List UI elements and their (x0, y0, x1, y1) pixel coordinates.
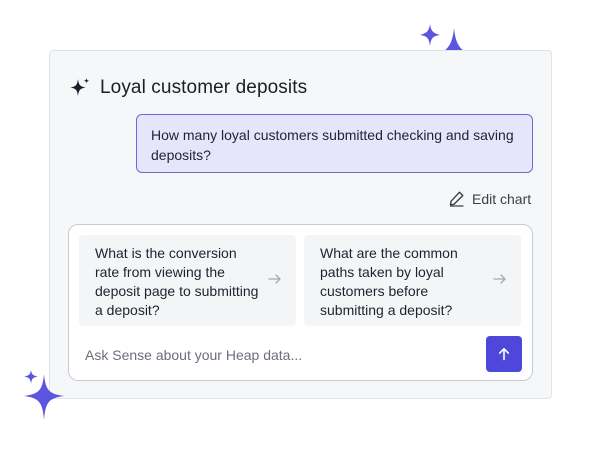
suggestion-card-conversion-rate[interactable]: What is the conversion rate from viewing… (79, 235, 296, 326)
suggestion-text: What are the common paths taken by loyal… (320, 245, 458, 318)
composer: What is the conversion rate from viewing… (68, 224, 533, 381)
arrow-right-icon (493, 274, 506, 284)
send-button[interactable] (486, 336, 522, 372)
sparkle-small-icon (420, 24, 440, 46)
sparkle-bottom-small-icon (24, 370, 38, 384)
suggestion-text: What is the conversion rate from viewing… (95, 245, 259, 318)
pencil-icon (449, 191, 464, 207)
edit-chart-button[interactable]: Edit chart (448, 190, 531, 207)
sparkle-icon (70, 78, 90, 96)
user-message-text: How many loyal customers submitted check… (151, 127, 514, 163)
user-message-bubble: How many loyal customers submitted check… (136, 114, 533, 173)
chat-panel: Loyal customer deposits How many loyal c… (49, 50, 552, 399)
edit-chart-label: Edit chart (472, 190, 532, 207)
arrow-right-icon (268, 274, 281, 284)
suggestion-card-common-paths[interactable]: What are the common paths taken by loyal… (304, 235, 521, 326)
panel-header: Loyal customer deposits (69, 77, 307, 99)
ask-sense-input[interactable] (85, 345, 475, 365)
panel-title: Loyal customer deposits (100, 77, 308, 98)
stage: Loyal customer deposits How many loyal c… (0, 0, 600, 450)
arrow-up-icon (499, 348, 509, 361)
